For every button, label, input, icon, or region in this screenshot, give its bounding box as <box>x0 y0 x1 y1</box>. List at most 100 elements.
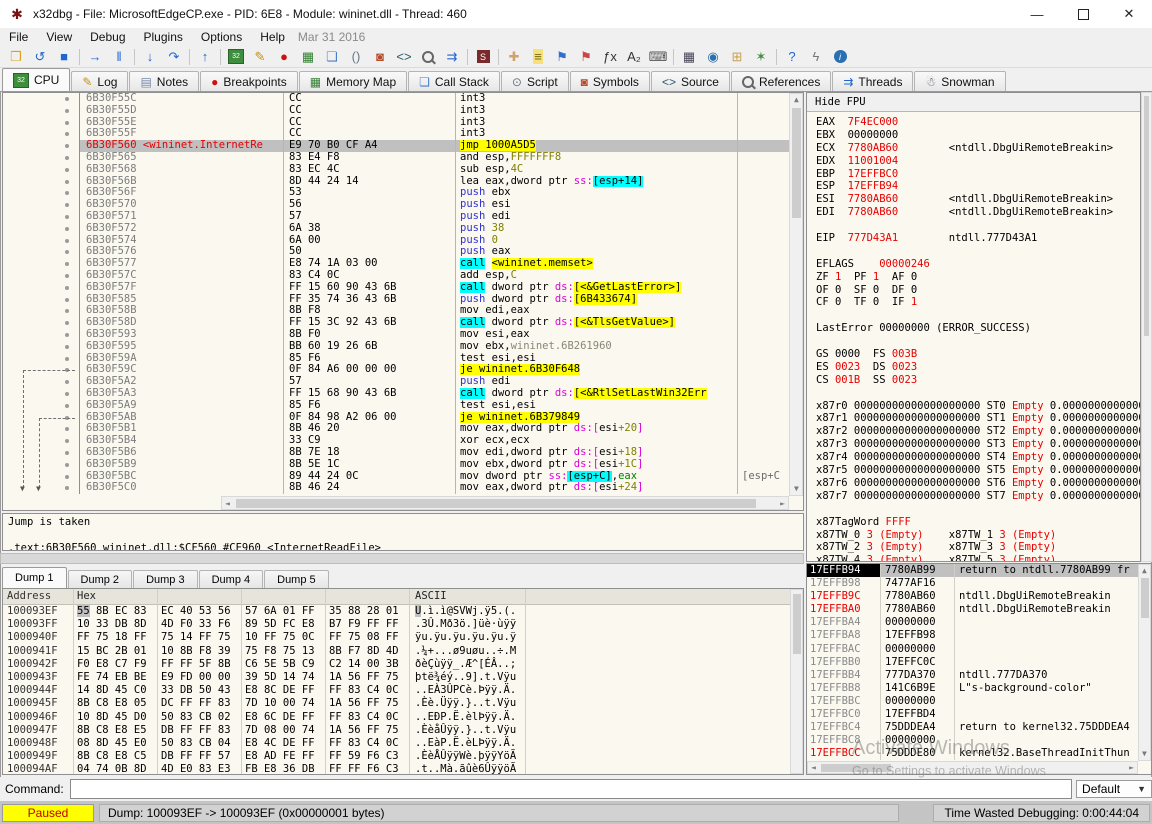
calculator-button[interactable]: ▦ <box>677 47 701 67</box>
execute-till-return-button[interactable]: ↑ <box>193 47 217 67</box>
stack-row[interactable]: 17EFFBBC00000000 <box>807 695 1151 708</box>
dump-vscrollbar[interactable] <box>790 589 803 774</box>
menu-debug[interactable]: Debug <box>81 29 134 45</box>
disasm-row[interactable]: 6B30F56883 EC 4Csub esp,4C <box>3 164 803 176</box>
dump-row[interactable]: 1000949F8B C8 E8 C5DB FF FF 57E8 AD FE F… <box>3 750 803 763</box>
hide-fpu-button[interactable]: Hide FPU <box>807 93 1140 112</box>
open-file-button[interactable]: ❒ <box>4 47 28 67</box>
stack-row[interactable]: 17EFFBA817EFFB98 <box>807 629 1151 642</box>
close-button[interactable]: ✕ <box>1106 0 1152 28</box>
dump-row[interactable]: 1000944F14 8D 45 C033 DB 50 43E8 8C DE F… <box>3 684 803 697</box>
run-button[interactable]: → <box>83 47 107 67</box>
menu-view[interactable]: View <box>37 29 81 45</box>
stack-row[interactable]: 17EFFBC017EFFBD4 <box>807 708 1151 721</box>
call-stack-button[interactable]: ❏ <box>320 47 344 67</box>
stack-row[interactable]: 17EFFB987477AF16 <box>807 577 1151 590</box>
stop-button[interactable]: ■ <box>52 47 76 67</box>
disasm-row[interactable]: 6B30F57157push edi <box>3 211 803 223</box>
tab-breakpoints[interactable]: ●Breakpoints <box>200 71 298 91</box>
font-size-button[interactable]: A₂ <box>622 47 646 67</box>
tab-log[interactable]: ✎Log <box>71 71 128 91</box>
disasm-row[interactable]: 6B30F5AB0F 84 98 A2 06 00je wininet.6B37… <box>3 412 803 424</box>
dump-row[interactable]: 1000940FFF 75 18 FF75 14 FF 7510 FF 75 0… <box>3 631 803 644</box>
disasm-row[interactable]: 6B30F5C08B 46 24mov eax,dword ptr ds:[es… <box>3 482 803 494</box>
disasm-row[interactable]: 6B30F57C83 C4 0Cadd esp,C <box>3 270 803 282</box>
disasm-row[interactable]: 6B30F5938B F0mov esi,eax <box>3 329 803 341</box>
step-over-button[interactable]: ↷ <box>162 47 186 67</box>
dump-row[interactable]: 1000947F8B C8 E8 E5DB FF FF 837D 08 00 7… <box>3 724 803 737</box>
menu-options[interactable]: Options <box>192 29 251 45</box>
disasm-hscrollbar[interactable]: ◄ ► <box>221 496 789 510</box>
dump-row[interactable]: 1000941F15 BC 2B 0110 8B F8 3975 F8 75 1… <box>3 645 803 658</box>
tab-notes[interactable]: ▤Notes <box>129 71 199 91</box>
dump-row[interactable]: 1000948F08 8D 45 E050 83 CB 04E8 4C DE F… <box>3 737 803 750</box>
tab-symbols[interactable]: ◙Symbols <box>570 71 650 91</box>
maximize-button[interactable] <box>1060 0 1106 28</box>
disasm-row[interactable]: 6B30F595BB 60 19 26 6Bmov ebx,wininet.6B… <box>3 341 803 353</box>
dump-tab-2[interactable]: Dump 2 <box>68 570 133 588</box>
menu-file[interactable]: File <box>0 29 37 45</box>
dump-tab-4[interactable]: Dump 4 <box>199 570 264 588</box>
dump-pane[interactable]: Address Hex ASCII 100093EF55 8B EC 83EC … <box>2 588 804 775</box>
stack-row[interactable]: 17EFFBA400000000 <box>807 616 1151 629</box>
disasm-row[interactable]: 6B30F5726A 38push 38 <box>3 223 803 235</box>
stack-hscrollbar[interactable]: ◄ ► <box>807 761 1138 774</box>
seh-chain-button[interactable]: () <box>344 47 368 67</box>
registers-pane[interactable]: Hide FPU EAX 7F4EC000 EBX 00000000 ECX 7… <box>806 92 1141 562</box>
disasm-row[interactable]: 6B30F56F53push ebx <box>3 187 803 199</box>
disasm-row[interactable]: 6B30F59A85 F6test esi,esi <box>3 353 803 365</box>
patches-button[interactable]: ✚ <box>502 47 526 67</box>
dump-row[interactable]: 1000943FFE 74 EB BEE9 FD 00 0039 5D 14 7… <box>3 671 803 684</box>
breakpoint-button[interactable]: ● <box>272 47 296 67</box>
disasm-row[interactable]: 6B30F55FCCint3 <box>3 128 803 140</box>
functions-button[interactable]: ƒx <box>598 47 622 67</box>
tab-threads[interactable]: ⇉Threads <box>832 71 913 91</box>
stack-row[interactable]: 17EFFBCC75DDDE80kernel32.BaseThreadInitT… <box>807 747 1151 760</box>
references-button[interactable] <box>416 47 440 67</box>
cpu-chip-button[interactable]: 32 <box>224 47 248 67</box>
registers-scrollbar[interactable] <box>1141 92 1152 562</box>
stack-pane[interactable]: 17EFFB947780AB99return to ntdll.7780AB99… <box>806 563 1152 775</box>
disasm-row[interactable]: 6B30F55DCCint3 <box>3 105 803 117</box>
disasm-row[interactable]: 6B30F55CCCint3 <box>3 93 803 105</box>
labels-button[interactable]: ⚑ <box>550 47 574 67</box>
dump-tab-3[interactable]: Dump 3 <box>133 570 198 588</box>
disasm-row[interactable]: 6B30F5746A 00push 0 <box>3 235 803 247</box>
disasm-row[interactable]: 6B30F5BC89 44 24 0Cmov dword ptr ss:[esp… <box>3 471 803 483</box>
disasm-row[interactable]: 6B30F577E8 74 1A 03 00call <wininet.mems… <box>3 258 803 270</box>
dump-row[interactable]: 1000945F8B C8 E8 05DC FF FF 837D 10 00 7… <box>3 697 803 710</box>
disasm-row[interactable]: 6B30F5B68B 7E 18mov edi,dword ptr ds:[es… <box>3 447 803 459</box>
horizontal-splitter[interactable] <box>0 553 804 564</box>
pause-button[interactable]: ‖ <box>107 47 131 67</box>
stack-row[interactable]: 17EFFBB017EFFC0C <box>807 656 1151 669</box>
dump-tab-5[interactable]: Dump 5 <box>264 570 329 588</box>
dump-row[interactable]: 100093FF10 33 DB 8D4D F0 33 F689 5D FC E… <box>3 618 803 631</box>
disasm-row[interactable]: 6B30F56583 E4 F8and esp,FFFFFFF8 <box>3 152 803 164</box>
disasm-row[interactable]: 6B30F57056push esi <box>3 199 803 211</box>
snowman-button[interactable]: S <box>471 47 495 67</box>
probe-button[interactable]: ϟ <box>804 47 828 67</box>
symbols-button[interactable]: ◙ <box>368 47 392 67</box>
stack-row[interactable]: 17EFFBC800000000 <box>807 734 1151 747</box>
disasm-row[interactable]: 6B30F5B433 C9xor ecx,ecx <box>3 435 803 447</box>
dump-row[interactable]: 100094AF04 74 0B 8D4D E0 83 E3FB E8 36 D… <box>3 763 803 775</box>
dump-row[interactable]: 1000946F10 8D 45 D050 83 CB 02E8 6C DE F… <box>3 711 803 724</box>
stack-row[interactable]: 17EFFBC475DDDEA4return to kernel32.75DDD… <box>807 721 1151 734</box>
disasm-row[interactable]: 6B30F58DFF 15 3C 92 43 6Bcall dword ptr … <box>3 317 803 329</box>
memory-map-button[interactable]: ▦ <box>296 47 320 67</box>
shortcuts-button[interactable]: ⌨ <box>646 47 670 67</box>
tab-script[interactable]: ⊙Script <box>501 71 569 91</box>
disasm-row[interactable]: 6B30F5A257push edi <box>3 376 803 388</box>
stack-vscrollbar[interactable]: ▲ ▼ <box>1138 564 1151 761</box>
about-button[interactable]: i <box>828 47 852 67</box>
disasm-row[interactable]: 6B30F5A985 F6test esi,esi <box>3 400 803 412</box>
dump-tab-1[interactable]: Dump 1 <box>2 567 67 588</box>
tab-snowman[interactable]: ☃Snowman <box>914 71 1005 91</box>
command-input[interactable] <box>70 779 1072 799</box>
comments-button[interactable]: ≡ <box>526 47 550 67</box>
disasm-row[interactable]: 6B30F5A3FF 15 68 90 43 6Bcall dword ptr … <box>3 388 803 400</box>
threads-button[interactable]: ⇉ <box>440 47 464 67</box>
report-bug-button[interactable]: ✶ <box>749 47 773 67</box>
restart-button[interactable]: ↺ <box>28 47 52 67</box>
disasm-row[interactable]: 6B30F57650push eax <box>3 246 803 258</box>
